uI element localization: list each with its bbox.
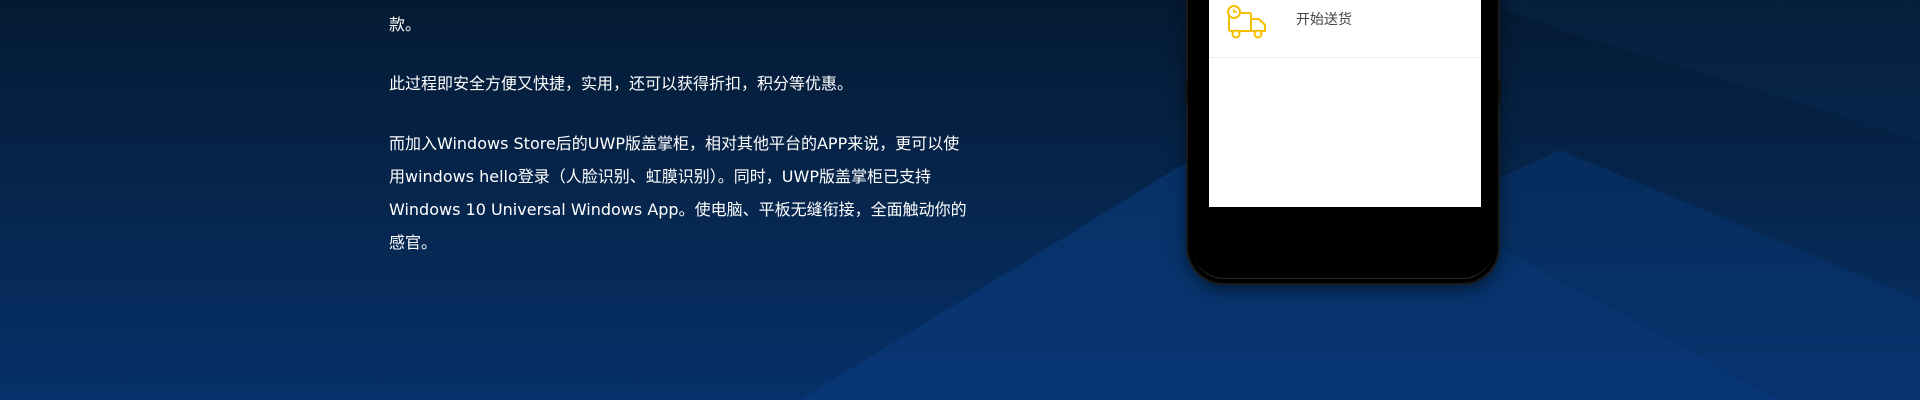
paragraph-3-line-4: 感官。 bbox=[389, 233, 438, 252]
paragraph-2: 此过程即安全方便又快捷，实用，还可以获得折扣，积分等优惠。 bbox=[389, 74, 854, 93]
phone-mockup: 开始送货 bbox=[1185, 0, 1501, 283]
paragraph-3-line-1: 而加入Windows Store后的UWP版盖掌柜，相对其他平台的APP来说，更… bbox=[389, 134, 960, 153]
paragraph-3-line-2: 用windows hello登录（人脸识别、虹膜识别）。同时，UWP版盖掌柜已支… bbox=[389, 167, 931, 186]
paragraph-3: 而加入Windows Store后的UWP版盖掌柜，相对其他平台的APP来说，更… bbox=[389, 127, 969, 259]
phone-screen: 开始送货 bbox=[1209, 0, 1481, 207]
phone-side-button-right bbox=[1498, 80, 1501, 102]
phone-side-button-left bbox=[1185, 80, 1188, 102]
list-item-start-delivery[interactable]: 开始送货 bbox=[1209, 0, 1481, 58]
phone-bottom-edge bbox=[1192, 238, 1494, 279]
paragraph-1: 款。 bbox=[389, 15, 422, 34]
paragraph-3-line-3: Windows 10 Universal Windows App。使电脑、平板无… bbox=[389, 200, 967, 219]
delivery-truck-icon bbox=[1226, 4, 1268, 42]
list-item-label: 开始送货 bbox=[1296, 12, 1352, 28]
